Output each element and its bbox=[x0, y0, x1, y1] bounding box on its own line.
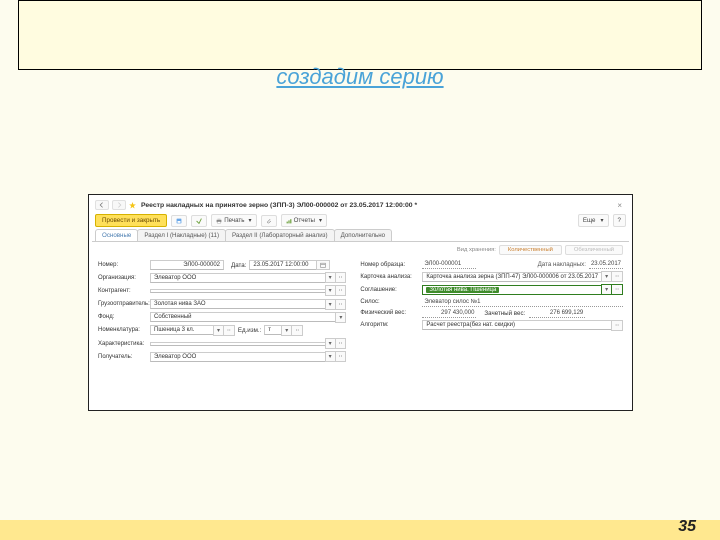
counterparty-input[interactable] bbox=[150, 289, 326, 293]
invoice-date-label: Дата накладных: bbox=[538, 261, 586, 268]
storage-type-row: Вид хранения: Количественный Обезличенны… bbox=[92, 242, 629, 258]
storage-type-pill-2[interactable]: Обезличенный bbox=[565, 245, 623, 255]
slide-subtitle: создадим серию bbox=[0, 64, 720, 90]
tab-section2[interactable]: Раздел II (Лабораторный анализ) bbox=[225, 229, 335, 241]
application-window: Реестр накладных на принятое зерно (ЗПП-… bbox=[88, 194, 633, 411]
post-button[interactable] bbox=[191, 215, 207, 227]
counterparty-label: Контрагент: bbox=[98, 288, 150, 294]
page-number: 35 bbox=[678, 518, 696, 536]
calendar-button[interactable] bbox=[316, 260, 330, 270]
algorithm-label: Алгоритм: bbox=[360, 322, 422, 328]
form-right-column: Номер образца: ЭЛ00-000001 Дата накладны… bbox=[360, 260, 623, 365]
shipper-input[interactable]: Золотая нива ЗАО bbox=[150, 299, 326, 309]
tab-main[interactable]: Основные bbox=[95, 229, 138, 241]
nav-back-button[interactable] bbox=[95, 200, 109, 210]
invoice-date-value: 23.05.2017 bbox=[589, 260, 623, 269]
open-ref-button[interactable]: ⋅⋅ bbox=[611, 320, 623, 331]
open-ref-button[interactable]: ⋅⋅ bbox=[611, 271, 623, 282]
algorithm-input[interactable]: Расчет реестра(без нат. скидки) bbox=[422, 320, 612, 330]
char-label: Характеристика: bbox=[98, 341, 150, 347]
net-weight-value: 276 699,129 bbox=[529, 309, 585, 318]
open-ref-button[interactable]: ⋅⋅ bbox=[335, 299, 347, 310]
slide-footer-band bbox=[0, 520, 720, 540]
sample-number-label: Номер образца: bbox=[360, 262, 422, 268]
storage-type-pill-1[interactable]: Количественный bbox=[499, 245, 562, 255]
open-ref-button[interactable]: ⋅⋅ bbox=[611, 284, 623, 295]
open-ref-button[interactable]: ⋅⋅ bbox=[335, 285, 347, 296]
title-bar: Реестр накладных на принятое зерно (ЗПП-… bbox=[92, 198, 629, 212]
date-label: Дата: bbox=[231, 262, 246, 269]
save-button[interactable] bbox=[171, 215, 187, 227]
open-ref-button[interactable]: ⋅⋅ bbox=[223, 325, 235, 336]
help-button[interactable]: ? bbox=[613, 214, 626, 227]
silo-label: Силос: bbox=[360, 299, 422, 305]
nomen-label: Номенклатура: bbox=[98, 327, 150, 333]
open-ref-button[interactable]: ⋅⋅ bbox=[291, 325, 303, 336]
form-left-column: Номер: ЭЛ00-000002 Дата: 23.05.2017 12:0… bbox=[98, 260, 346, 365]
more-button[interactable]: Еще▾ bbox=[578, 214, 609, 227]
tab-additional[interactable]: Дополнительно bbox=[334, 229, 393, 241]
char-input[interactable] bbox=[150, 342, 326, 346]
net-weight-label: Зачетный вес: bbox=[484, 310, 525, 317]
analysis-card-input[interactable]: Карточка анализа зерна (ЗПП-47) ЭЛ00-000… bbox=[422, 272, 602, 282]
unit-label: Ед.изм.: bbox=[238, 327, 261, 334]
post-and-close-button[interactable]: Провести и закрыть bbox=[95, 214, 167, 227]
recipient-label: Получатель: bbox=[98, 354, 150, 360]
open-ref-button[interactable]: ⋅⋅ bbox=[335, 272, 347, 283]
print-button[interactable]: Печать▾ bbox=[211, 214, 256, 227]
shipper-label: Грузоотправитель: bbox=[98, 301, 150, 307]
close-button[interactable]: × bbox=[613, 201, 626, 210]
storage-type-label: Вид хранения: bbox=[457, 247, 496, 253]
fund-input[interactable]: Собственный bbox=[150, 312, 336, 322]
open-ref-button[interactable]: ⋅⋅ bbox=[335, 351, 347, 362]
form-body: Номер: ЭЛ00-000002 Дата: 23.05.2017 12:0… bbox=[92, 258, 629, 371]
open-ref-button[interactable]: ⋅⋅ bbox=[335, 338, 347, 349]
recipient-input[interactable]: Элеватор ООО bbox=[150, 352, 326, 362]
toolbar: Провести и закрыть Печать▾ Отчеты▾ Еще▾ … bbox=[92, 212, 629, 229]
number-label: Номер: bbox=[98, 262, 150, 268]
tab-section1[interactable]: Раздел I (Накладные) (11) bbox=[137, 229, 226, 241]
agreement-input[interactable]: Золотая нива. Пшеница bbox=[422, 285, 602, 295]
date-input[interactable]: 23.05.2017 12:00:00 bbox=[249, 260, 317, 270]
dropdown-icon[interactable]: ▾ bbox=[335, 312, 346, 323]
org-label: Организация: bbox=[98, 275, 150, 281]
physical-weight-value: 297 430,000 bbox=[422, 309, 476, 318]
silo-value: Элеватор силос №1 bbox=[422, 298, 623, 307]
window-title: Реестр накладных на принятое зерно (ЗПП-… bbox=[141, 202, 417, 209]
reports-button[interactable]: Отчеты▾ bbox=[281, 214, 328, 227]
tab-bar: Основные Раздел I (Накладные) (11) Разде… bbox=[92, 229, 629, 242]
nav-forward-button[interactable] bbox=[112, 200, 126, 210]
slide-header-banner bbox=[18, 0, 702, 70]
number-input[interactable]: ЭЛ00-000002 bbox=[150, 260, 224, 270]
analysis-card-label: Карточка анализа: bbox=[360, 274, 422, 280]
favorite-star-icon[interactable] bbox=[129, 202, 136, 209]
nomen-input[interactable]: Пшеница 3 кл. bbox=[150, 325, 214, 335]
attachments-button[interactable] bbox=[261, 215, 277, 227]
org-input[interactable]: Элеватор ООО bbox=[150, 273, 326, 283]
sample-number-value: ЭЛ00-000001 bbox=[422, 260, 476, 269]
physical-weight-label: Физический вес: bbox=[360, 310, 422, 316]
agreement-label: Соглашение: bbox=[360, 287, 422, 293]
unit-input[interactable]: т bbox=[264, 325, 282, 335]
fund-label: Фонд: bbox=[98, 314, 150, 320]
